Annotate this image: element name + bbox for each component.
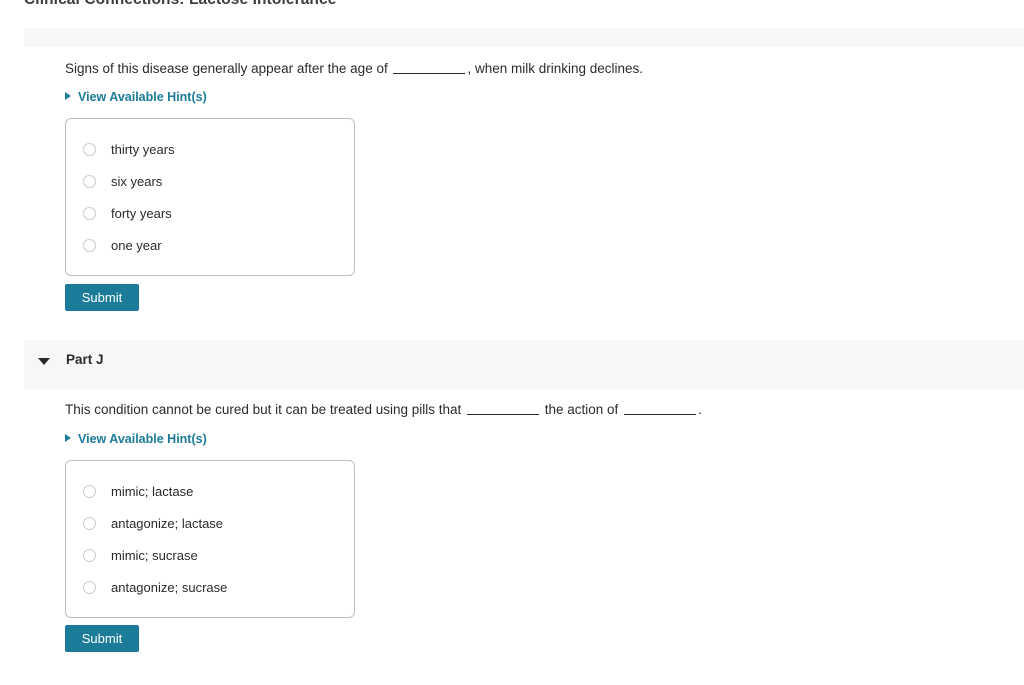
question-prefix: This condition cannot be cured but it ca… <box>65 402 465 417</box>
assignment-page: Clinical Connections: Lactose Intoleranc… <box>0 0 1024 685</box>
question-middle: the action of <box>541 402 623 417</box>
part-j-submit-button[interactable]: Submit <box>65 625 139 652</box>
part-i-view-hints-link[interactable]: View Available Hint(s) <box>65 90 207 104</box>
question-suffix: , when milk drinking declines. <box>467 61 644 76</box>
choice-row[interactable]: mimic; sucrase <box>66 539 354 571</box>
caret-right-icon <box>65 92 71 100</box>
choice-row[interactable]: thirty years <box>66 133 354 165</box>
choice-row[interactable]: six years <box>66 165 354 197</box>
choice-row[interactable]: antagonize; lactase <box>66 507 354 539</box>
question-suffix: . <box>698 402 702 417</box>
choice-row[interactable]: mimic; lactase <box>66 475 354 507</box>
radio-button[interactable] <box>83 580 96 594</box>
caret-down-icon[interactable] <box>38 358 50 365</box>
radio-button[interactable] <box>83 484 96 498</box>
choice-row[interactable]: one year <box>66 229 354 261</box>
choice-label: forty years <box>111 205 172 221</box>
choice-label: mimic; lactase <box>111 483 194 499</box>
radio-button[interactable] <box>83 174 96 188</box>
page-title: Clinical Connections: Lactose Intoleranc… <box>24 0 336 9</box>
radio-button[interactable] <box>83 548 96 562</box>
part-i-question-text: Signs of this disease generally appear a… <box>65 60 643 78</box>
radio-button[interactable] <box>83 516 96 530</box>
part-i-submit-button[interactable]: Submit <box>65 284 139 311</box>
hint-link-label: View Available Hint(s) <box>78 432 207 446</box>
radio-button[interactable] <box>83 238 96 252</box>
choice-label: antagonize; lactase <box>111 515 224 531</box>
question-prefix: Signs of this disease generally appear a… <box>65 61 392 76</box>
part-j-view-hints-link[interactable]: View Available Hint(s) <box>65 432 207 446</box>
part-j-question-text: This condition cannot be cured but it ca… <box>65 401 702 419</box>
part-j-answer-choices: mimic; lactase antagonize; lactase mimic… <box>65 460 355 618</box>
caret-right-icon <box>65 434 71 442</box>
hint-link-label: View Available Hint(s) <box>78 90 207 104</box>
part-j-label: Part J <box>66 352 104 367</box>
answer-blank-2 <box>624 414 697 415</box>
answer-blank-1 <box>467 414 539 415</box>
part-i-answer-choices: thirty years six years forty years one y… <box>65 118 355 276</box>
choice-row[interactable]: forty years <box>66 197 354 229</box>
choice-label: six years <box>111 173 163 189</box>
choice-label: mimic; sucrase <box>111 547 198 563</box>
part-header-bar-part-j[interactable]: Part J <box>24 340 1024 389</box>
choice-label: antagonize; sucrase <box>111 579 228 595</box>
part-header-bar-previous[interactable] <box>24 28 1024 47</box>
choice-row[interactable]: antagonize; sucrase <box>66 571 354 603</box>
choice-label: thirty years <box>111 141 175 157</box>
choice-label: one year <box>111 237 162 253</box>
radio-button[interactable] <box>83 142 96 156</box>
answer-blank-1 <box>393 73 466 74</box>
radio-button[interactable] <box>83 206 96 220</box>
